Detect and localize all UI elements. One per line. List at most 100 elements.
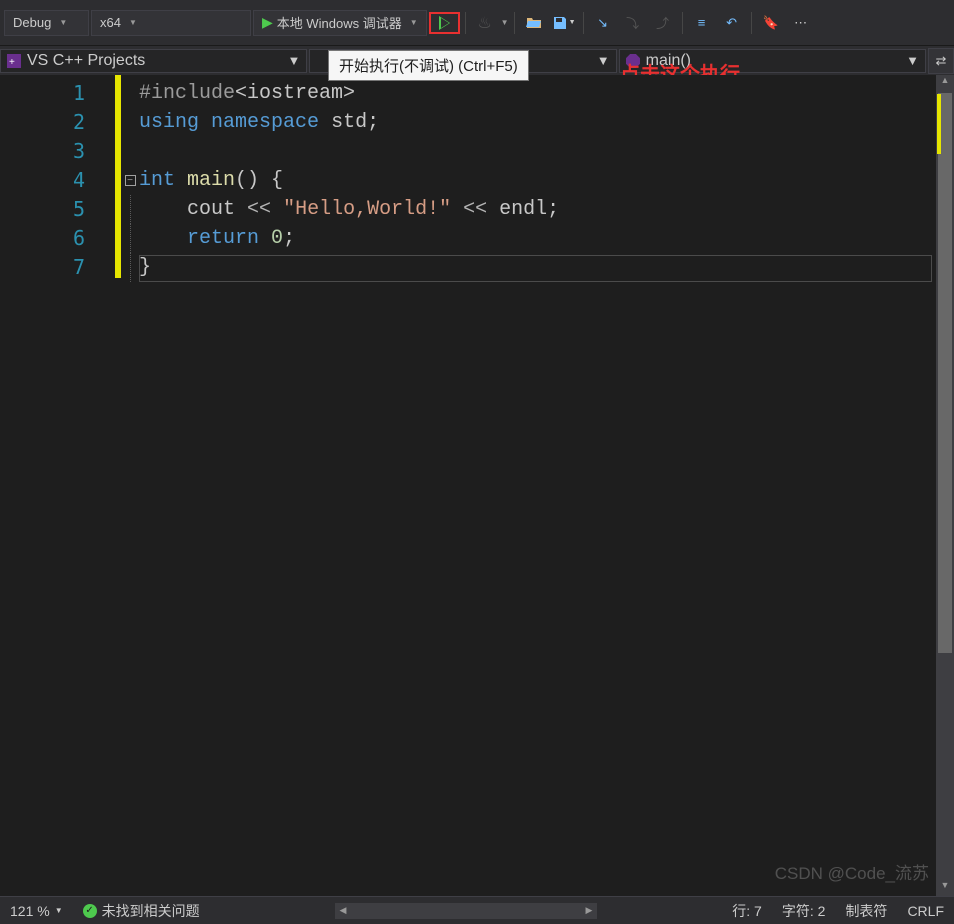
undo-icon: ↶ [726,15,737,31]
hot-reload-button[interactable]: ♨ [471,9,499,37]
swap-button[interactable]: ⇄ [928,48,954,74]
save-button[interactable]: ▼ [550,9,578,37]
chevron-down-icon: ▼ [906,53,919,68]
fold-column: − [121,75,139,896]
separator [514,12,515,34]
line-number: 4 [0,166,115,195]
zoom-label: 121 % [10,903,50,919]
chevron-down-icon: ▼ [55,906,63,915]
fold-cell [121,195,139,224]
scrollbar-thumb[interactable] [938,93,952,653]
more-button[interactable]: ⋯ [787,9,815,37]
chevron-down-icon: ▼ [287,53,300,68]
more-icon: ⋯ [794,15,807,31]
code-editor[interactable]: 1234567 − #include<iostream>using namesp… [0,75,954,896]
project-scope-label: VS C++ Projects [27,52,145,70]
nav-button[interactable]: ↘ [589,9,617,37]
line-number: 7 [0,253,115,282]
tooltip: 开始执行(不调试) (Ctrl+F5) [328,50,529,81]
line-number: 5 [0,195,115,224]
fold-line [130,195,131,224]
fold-toggle-icon[interactable]: − [125,175,136,186]
fold-cell [121,79,139,108]
tooltip-text: 开始执行(不调试) (Ctrl+F5) [339,58,518,75]
swap-icon: ⇄ [936,53,947,69]
code-line[interactable]: #include<iostream> [139,79,954,108]
line-indicator[interactable]: 行: 7 [722,901,772,921]
chevron-down-icon[interactable]: ▼ [501,18,509,27]
line-number: 6 [0,224,115,253]
project-scope-dropdown[interactable]: + VS C++ Projects ▼ [0,49,307,73]
function-scope-dropdown[interactable]: main() ▼ [619,49,926,73]
project-icon: + [7,54,21,68]
fold-cell [121,253,139,282]
horizontal-scrollbar[interactable]: ◀ ▶ [210,903,723,919]
hscroll-track[interactable] [351,903,581,919]
chevron-down-icon: ▼ [597,53,610,68]
code-line[interactable]: cout << "Hello,World!" << endl; [139,195,954,224]
chevron-down-icon: ▼ [410,18,418,27]
fold-cell: − [121,166,139,195]
code-line[interactable] [139,137,954,166]
start-without-debug-button[interactable] [429,12,460,34]
line-number: 1 [0,79,115,108]
eol-indicator[interactable]: CRLF [897,903,954,919]
method-icon [626,54,640,68]
chevron-down-icon: ▼ [59,18,67,27]
separator [583,12,584,34]
scroll-down-arrow[interactable]: ▼ [936,880,954,896]
code-line[interactable]: using namespace std; [139,108,954,137]
outdent-icon: ≡ [698,15,706,30]
undo-button[interactable]: ↶ [718,9,746,37]
scroll-up-arrow[interactable]: ▲ [936,75,954,91]
debugger-label: 本地 Windows 调试器 [277,13,402,32]
issues-indicator[interactable]: ✓ 未找到相关问题 [73,901,210,921]
platform-dropdown[interactable]: x64 ▼ [91,10,251,36]
separator [465,12,466,34]
status-bar: 121 % ▼ ✓ 未找到相关问题 ◀ ▶ 行: 7 字符: 2 制表符 CRL… [0,896,954,924]
code-area[interactable]: #include<iostream>using namespace std; in… [139,75,954,896]
check-icon: ✓ [83,904,97,918]
scroll-left-arrow[interactable]: ◀ [335,903,351,919]
open-folder-button[interactable] [520,9,548,37]
platform-label: x64 [100,15,121,30]
arrow-icon: ↘ [597,15,608,31]
vertical-scrollbar[interactable]: ▲ ▼ [936,75,954,896]
fold-cell [121,108,139,137]
tabs-indicator[interactable]: 制表符 [835,901,897,921]
issues-label: 未找到相关问题 [102,901,200,921]
step-over-button[interactable]: ⤴ [649,9,677,37]
config-label: Debug [13,15,51,30]
step-over-icon: ⤴ [656,13,669,32]
bookmark-icon: 🔖 [763,15,779,31]
outdent-button[interactable]: ≡ [688,9,716,37]
step-icon: ⤵ [626,13,639,32]
code-line[interactable]: int main() { [139,166,954,195]
separator [682,12,683,34]
start-debug-button[interactable]: ▶ 本地 Windows 调试器 ▼ [253,10,427,36]
bookmark-button[interactable]: 🔖 [757,9,785,37]
line-number-gutter: 1234567 [0,75,115,896]
line-number: 2 [0,108,115,137]
watermark: CSDN @Code_流苏 [775,859,929,884]
fold-cell [121,224,139,253]
play-icon: ▶ [262,14,273,31]
folder-icon [526,15,542,31]
fold-cell [121,137,139,166]
chevron-down-icon: ▼ [569,19,576,26]
svg-text:+: + [9,57,15,68]
chevron-down-icon: ▼ [129,18,137,27]
fold-line [130,224,131,253]
function-scope-label: main() [646,52,691,70]
line-number: 3 [0,137,115,166]
config-dropdown[interactable]: Debug ▼ [4,10,89,36]
scroll-right-arrow[interactable]: ▶ [581,903,597,919]
main-toolbar: Debug ▼ x64 ▼ ▶ 本地 Windows 调试器 ▼ ♨ ▼ ▼ ↘… [0,0,954,45]
scroll-marks [937,94,941,154]
step-button[interactable]: ⤵ [619,9,647,37]
zoom-control[interactable]: 121 % ▼ [0,903,73,919]
code-line[interactable]: } [139,253,954,282]
char-indicator[interactable]: 字符: 2 [772,901,836,921]
code-line[interactable]: return 0; [139,224,954,253]
fold-line [130,253,131,282]
